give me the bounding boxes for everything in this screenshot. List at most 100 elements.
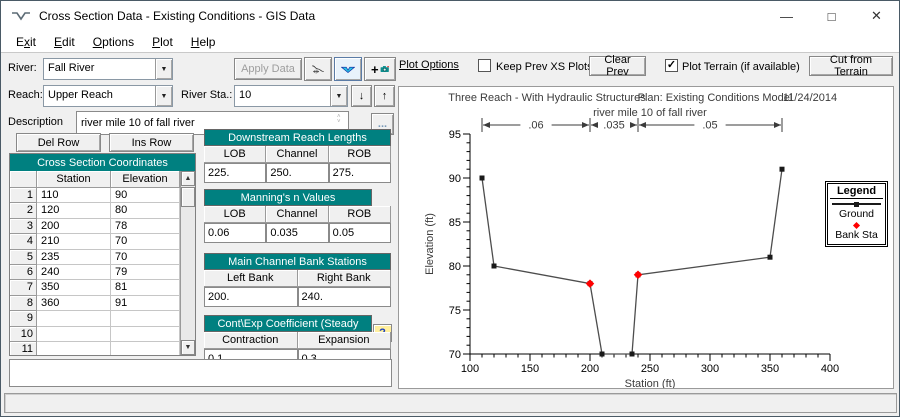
river-edit-icon bbox=[311, 61, 325, 77]
channel-length-input[interactable] bbox=[266, 163, 328, 183]
station-cell[interactable]: 235 bbox=[37, 250, 111, 265]
elevation-cell[interactable]: 80 bbox=[111, 203, 180, 218]
next-station-down-button[interactable]: ↓ bbox=[351, 85, 372, 107]
edit-river-reach-button[interactable] bbox=[304, 57, 332, 81]
table-row: 212080 bbox=[10, 203, 180, 218]
message-box bbox=[9, 359, 392, 387]
elevation-cell[interactable]: 78 bbox=[111, 219, 180, 234]
station-cell[interactable]: 110 bbox=[37, 188, 111, 203]
channel-n-input[interactable] bbox=[266, 223, 328, 243]
river-sta-select[interactable]: 10 ▼ bbox=[234, 85, 348, 107]
svg-text:85: 85 bbox=[449, 217, 461, 229]
elevation-cell[interactable] bbox=[111, 327, 180, 342]
station-cell[interactable]: 210 bbox=[37, 234, 111, 249]
ground-line-swatch bbox=[832, 203, 881, 205]
station-cell[interactable] bbox=[37, 327, 111, 342]
menu-options[interactable]: Options bbox=[84, 33, 143, 51]
group-title: Main Channel Bank Stations bbox=[204, 253, 391, 270]
square-marker-icon bbox=[854, 202, 859, 207]
mannings-n-group: Manning's n Values ? LOB Channel ROB bbox=[204, 189, 391, 243]
clear-prev-button[interactable]: Clear Prev bbox=[589, 56, 646, 76]
lob-header: LOB bbox=[204, 206, 266, 223]
diamond-marker-icon bbox=[853, 222, 860, 229]
table-row: 111090 bbox=[10, 188, 180, 203]
lob-n-input[interactable] bbox=[204, 223, 266, 243]
menu-exit[interactable]: Exit bbox=[7, 33, 45, 51]
add-picture-button[interactable]: + bbox=[364, 57, 396, 81]
menu-plot[interactable]: Plot bbox=[143, 33, 182, 51]
svg-text:300: 300 bbox=[701, 363, 719, 375]
elevation-cell[interactable]: 90 bbox=[111, 188, 180, 203]
scroll-down-icon[interactable]: ▼ bbox=[181, 340, 195, 355]
down-arrow-icon: ↓ bbox=[359, 90, 365, 102]
spinner-down-icon: ˅ bbox=[337, 120, 341, 125]
svg-text:95: 95 bbox=[449, 129, 461, 141]
station-cell[interactable] bbox=[37, 342, 111, 355]
next-station-up-button[interactable]: ↑ bbox=[374, 85, 395, 107]
menu-bar: ExitEditOptionsPlotHelp bbox=[1, 31, 899, 53]
elevation-cell[interactable]: 91 bbox=[111, 296, 180, 311]
legend-title: Legend bbox=[830, 185, 883, 199]
station-cell[interactable]: 120 bbox=[37, 203, 111, 218]
legend-bank-sta-label: Bank Sta bbox=[830, 229, 883, 241]
cross-section-view-button[interactable] bbox=[334, 57, 362, 81]
menu-edit[interactable]: Edit bbox=[45, 33, 84, 51]
elevation-cell[interactable] bbox=[111, 311, 180, 326]
station-cell[interactable]: 350 bbox=[37, 280, 111, 295]
row-number: 4 bbox=[10, 234, 37, 249]
rob-n-input[interactable] bbox=[329, 223, 391, 243]
table-row: 624079 bbox=[10, 265, 180, 280]
close-icon[interactable]: ✕ bbox=[854, 1, 899, 31]
rob-header: ROB bbox=[329, 146, 391, 163]
chart-canvas: Three Reach - With Hydraulic StructuresP… bbox=[399, 87, 893, 388]
description-label: Description bbox=[8, 116, 63, 128]
svg-text:.05: .05 bbox=[702, 120, 717, 132]
elevation-cell[interactable]: 70 bbox=[111, 250, 180, 265]
downstream-reach-lengths-group: Downstream Reach Lengths LOB Channel ROB bbox=[204, 129, 391, 183]
elevation-cell[interactable]: 70 bbox=[111, 234, 180, 249]
left-bank-input[interactable] bbox=[204, 287, 298, 307]
station-cell[interactable]: 360 bbox=[37, 296, 111, 311]
rob-length-input[interactable] bbox=[329, 163, 391, 183]
description-scroll-icons[interactable]: ˄ ˅ bbox=[337, 115, 341, 125]
titlebar: Cross Section Data - Existing Conditions… bbox=[1, 1, 899, 31]
plot-terrain-checkbox[interactable]: ✓ bbox=[665, 59, 678, 72]
station-cell[interactable]: 200 bbox=[37, 219, 111, 234]
reach-select[interactable]: Upper Reach ▼ bbox=[43, 85, 173, 107]
station-cell[interactable]: 240 bbox=[37, 265, 111, 280]
scroll-up-icon[interactable]: ▲ bbox=[181, 171, 195, 186]
chevron-down-icon[interactable]: ▼ bbox=[155, 59, 172, 79]
elevation-cell[interactable]: 81 bbox=[111, 280, 180, 295]
right-bank-input[interactable] bbox=[298, 287, 392, 307]
bank-stations-group: Main Channel Bank Stations Left Bank Rig… bbox=[204, 253, 391, 307]
keep-prev-checkbox[interactable] bbox=[478, 59, 491, 72]
lob-length-input[interactable] bbox=[204, 163, 266, 183]
station-column-header: Station bbox=[37, 171, 111, 188]
row-number: 7 bbox=[10, 280, 37, 295]
chevron-down-icon[interactable]: ▼ bbox=[330, 86, 347, 106]
table-row: 11 bbox=[10, 342, 180, 355]
menu-help[interactable]: Help bbox=[182, 33, 225, 51]
plot-options-menu[interactable]: Plot Options bbox=[399, 59, 459, 71]
minimize-icon[interactable]: — bbox=[764, 1, 809, 31]
cut-from-terrain-button[interactable]: Cut from Terrain bbox=[809, 56, 893, 76]
group-title: Manning's n Values bbox=[204, 189, 372, 206]
maximize-icon[interactable]: □ bbox=[809, 1, 854, 31]
ins-row-button[interactable]: Ins Row bbox=[109, 133, 194, 152]
del-row-button[interactable]: Del Row bbox=[16, 133, 101, 152]
plus-icon: + bbox=[371, 62, 379, 77]
chevron-down-icon[interactable]: ▼ bbox=[155, 86, 172, 106]
station-cell[interactable] bbox=[37, 311, 111, 326]
svg-text:Plan: Existing Conditions Mode: Plan: Existing Conditions Model bbox=[638, 92, 793, 104]
elevation-cell[interactable]: 79 bbox=[111, 265, 180, 280]
elevation-cell[interactable] bbox=[111, 342, 180, 355]
apply-data-button[interactable]: Apply Data bbox=[234, 58, 302, 80]
svg-text:100: 100 bbox=[461, 363, 479, 375]
reach-label: Reach: bbox=[8, 89, 43, 101]
plot-terrain-label: Plot Terrain (if available) bbox=[682, 61, 800, 73]
table-scrollbar[interactable]: ▲ ▼ bbox=[180, 171, 195, 355]
svg-text:.06: .06 bbox=[528, 120, 543, 132]
table-row: 735081 bbox=[10, 280, 180, 295]
scrollbar-thumb[interactable] bbox=[181, 187, 195, 207]
river-select[interactable]: Fall River ▼ bbox=[43, 58, 173, 80]
